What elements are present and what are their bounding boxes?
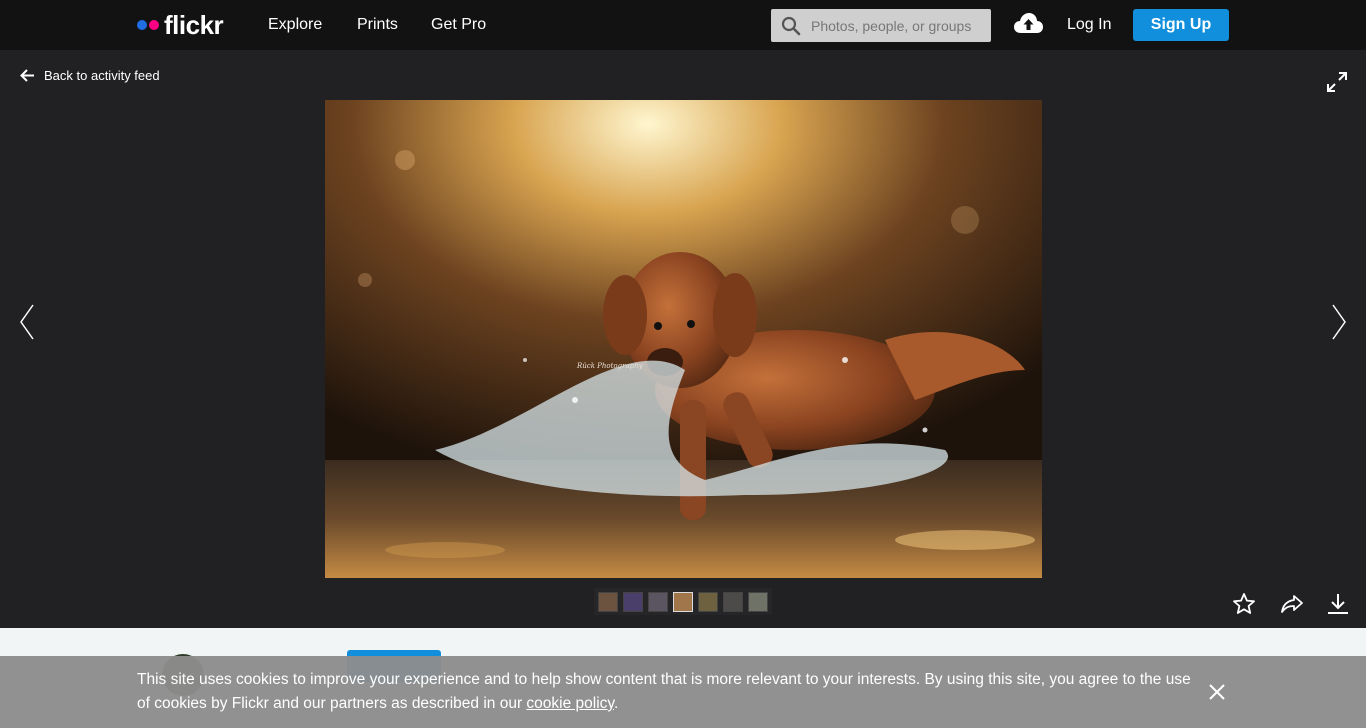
search-box[interactable] (771, 9, 991, 42)
filmstrip-thumbnail[interactable] (623, 591, 643, 612)
back-link-label: Back to activity feed (44, 68, 160, 83)
nav-prints[interactable]: Prints (357, 16, 398, 34)
nav-explore[interactable]: Explore (268, 16, 322, 34)
login-link[interactable]: Log In (1067, 16, 1111, 34)
fullscreen-expand-icon[interactable] (1326, 71, 1348, 98)
search-icon (781, 16, 801, 35)
search-input[interactable] (811, 17, 981, 34)
signup-button[interactable]: Sign Up (1133, 9, 1229, 41)
flickr-logo[interactable]: flickr (137, 9, 224, 40)
filmstrip-thumbnail[interactable] (598, 591, 618, 612)
logo-text: flickr (164, 9, 224, 40)
previous-photo-arrow-icon[interactable] (18, 303, 36, 346)
photo-watermark: Rück Photography (576, 362, 644, 370)
logo-blue-dot (137, 20, 147, 30)
share-arrow-icon[interactable] (1280, 592, 1304, 621)
back-to-activity-feed-link[interactable]: Back to activity feed (20, 68, 160, 83)
logo-pink-dot (149, 20, 159, 30)
upload-cloud-icon[interactable] (1013, 11, 1044, 42)
cookie-text-body: This site uses cookies to improve your e… (137, 671, 1191, 712)
next-photo-arrow-icon[interactable] (1330, 303, 1348, 346)
favorite-star-icon[interactable] (1232, 592, 1256, 621)
arrow-left-icon (20, 69, 34, 82)
close-icon[interactable] (1207, 682, 1227, 707)
cookie-policy-link[interactable]: cookie policy (526, 695, 614, 712)
photo-dog-running-in-water: Rück Photography (325, 100, 1042, 578)
nav-get-pro[interactable]: Get Pro (431, 16, 486, 34)
main-photo[interactable]: Rück Photography (325, 100, 1042, 578)
filmstrip-thumbnail-current[interactable] (673, 591, 693, 612)
filmstrip-thumbnail[interactable] (723, 591, 743, 612)
filmstrip-thumbnail[interactable] (698, 591, 718, 612)
download-icon[interactable] (1326, 592, 1350, 621)
filmstrip-thumbnail[interactable] (648, 591, 668, 612)
cookie-banner-text: This site uses cookies to improve your e… (137, 668, 1197, 716)
top-navigation-bar: flickr Explore Prints Get Pro Log In Sig… (0, 0, 1366, 50)
cookie-text-end: . (614, 695, 619, 712)
photo-filmstrip (594, 588, 772, 615)
filmstrip-thumbnail[interactable] (748, 591, 768, 612)
